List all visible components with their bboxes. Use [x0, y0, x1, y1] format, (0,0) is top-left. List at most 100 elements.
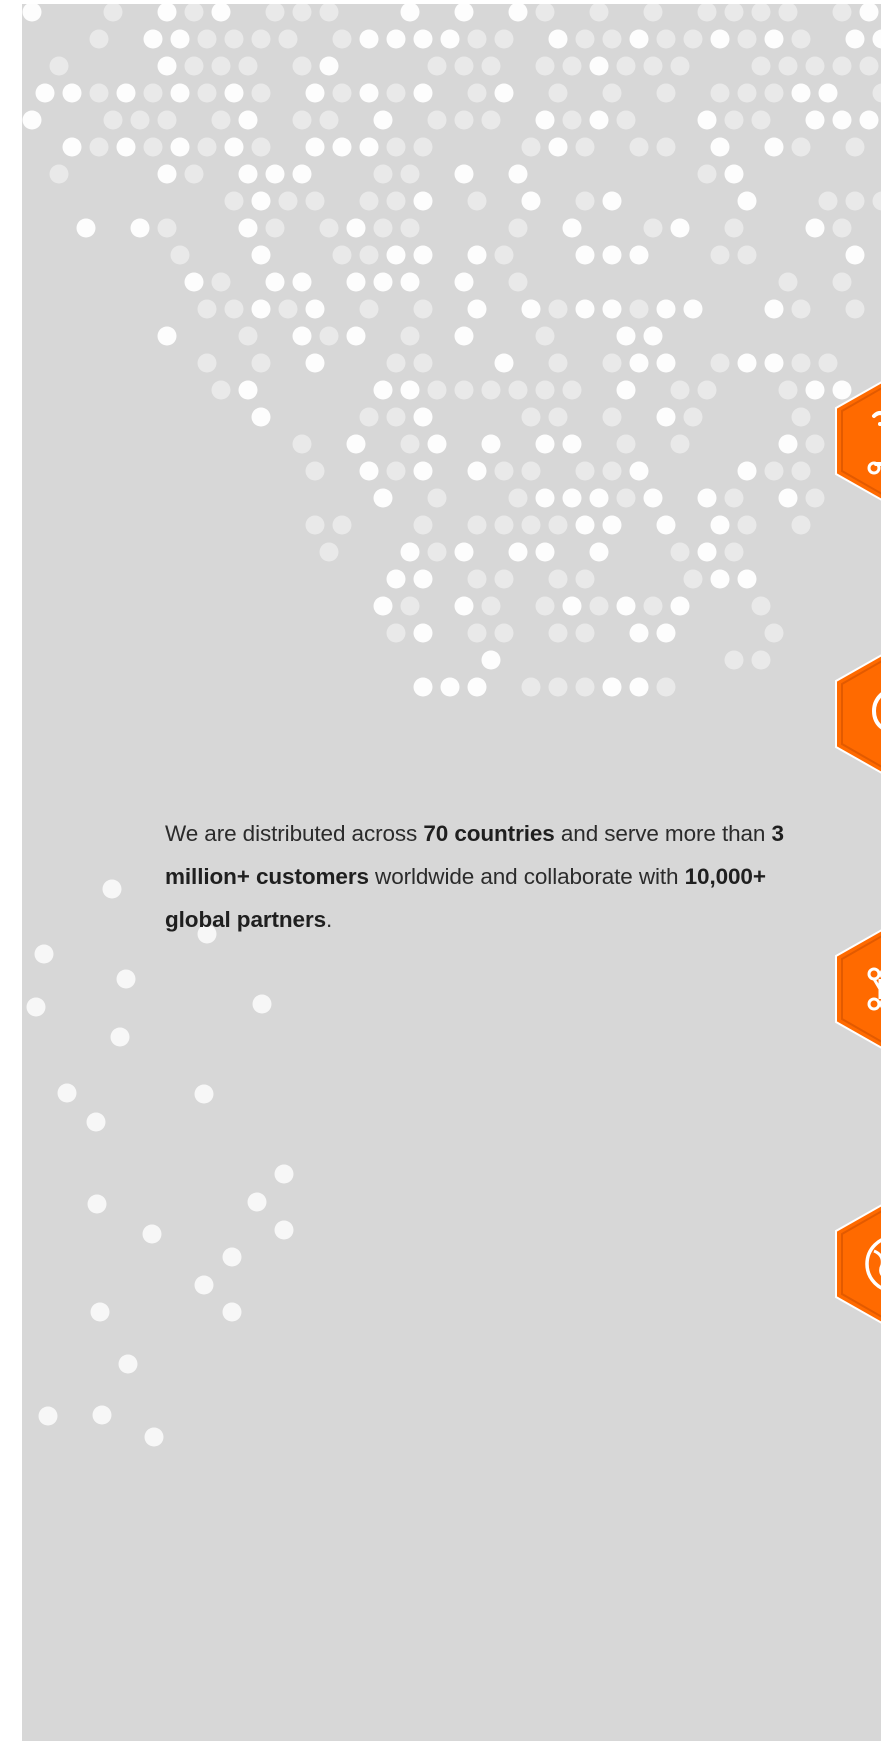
content-panel: We are distributed across 70 countries a…	[22, 4, 881, 1741]
map-dot	[656, 623, 676, 643]
map-dot	[413, 515, 433, 535]
map-dot	[764, 83, 784, 103]
map-dot	[670, 596, 690, 616]
map-dot	[535, 488, 555, 508]
map-dot	[548, 515, 568, 535]
map-dot	[278, 299, 298, 319]
map-dot	[116, 83, 136, 103]
map-dot	[562, 56, 582, 76]
map-dot	[454, 110, 474, 130]
map-dot	[535, 110, 555, 130]
intro-paragraph: We are distributed across 70 countries a…	[165, 812, 785, 941]
map-dot	[778, 4, 798, 22]
map-dot	[656, 83, 676, 103]
map-dot	[130, 218, 150, 238]
map-dot	[373, 110, 393, 130]
map-dot	[359, 299, 379, 319]
map-dot	[157, 164, 177, 184]
map-dot	[251, 137, 271, 157]
map-dot	[427, 434, 447, 454]
map-dot	[467, 299, 487, 319]
map-dot	[386, 623, 406, 643]
map-dot	[373, 596, 393, 616]
map-dot	[548, 569, 568, 589]
map-dot	[224, 137, 244, 157]
map-dot	[359, 191, 379, 211]
map-dot	[238, 218, 258, 238]
map-dot	[197, 353, 217, 373]
map-dot	[319, 542, 339, 562]
map-dot	[521, 299, 541, 319]
map-dot	[332, 245, 352, 265]
map-dot	[454, 380, 474, 400]
map-dot	[683, 569, 703, 589]
map-dot	[548, 29, 568, 49]
map-dot	[710, 515, 730, 535]
map-dot	[751, 4, 771, 22]
map-dot	[845, 191, 865, 211]
map-dot	[494, 461, 514, 481]
map-dot	[791, 515, 811, 535]
map-dot	[548, 299, 568, 319]
map-dot	[251, 245, 271, 265]
map-dot	[454, 164, 474, 184]
map-dot	[224, 29, 244, 49]
map-dot	[791, 137, 811, 157]
map-dot	[710, 29, 730, 49]
map-dot	[602, 299, 622, 319]
map-dot	[413, 353, 433, 373]
map-dot	[386, 569, 406, 589]
map-dot	[710, 569, 730, 589]
intro-text-2: and serve more than	[554, 821, 772, 846]
map-dot	[643, 326, 663, 346]
map-dot	[494, 353, 514, 373]
map-dot	[778, 380, 798, 400]
map-dot	[373, 164, 393, 184]
map-dot	[562, 218, 582, 238]
map-dot	[575, 623, 595, 643]
map-dot	[602, 245, 622, 265]
map-dot	[508, 4, 528, 22]
map-dot	[319, 4, 339, 22]
map-dot	[724, 4, 744, 22]
map-dot	[62, 137, 82, 157]
map-dot	[629, 299, 649, 319]
map-dot	[413, 623, 433, 643]
map-dot	[494, 29, 514, 49]
map-dot	[222, 1302, 242, 1322]
map-dot	[643, 4, 663, 22]
map-dot	[238, 110, 258, 130]
map-dot	[454, 596, 474, 616]
map-dot	[764, 353, 784, 373]
map-dot	[467, 83, 487, 103]
map-dot	[467, 569, 487, 589]
map-dot	[616, 434, 636, 454]
map-dot	[211, 56, 231, 76]
map-dot	[764, 623, 784, 643]
map-dot	[656, 353, 676, 373]
map-dot	[670, 542, 690, 562]
map-dot	[116, 137, 136, 157]
map-dot	[832, 218, 852, 238]
map-dot	[616, 596, 636, 616]
map-dot	[805, 380, 825, 400]
map-dot	[548, 353, 568, 373]
map-dot	[697, 542, 717, 562]
map-dot	[142, 1224, 162, 1244]
map-dot	[697, 164, 717, 184]
map-dot	[292, 326, 312, 346]
map-dot	[832, 110, 852, 130]
map-dot	[670, 56, 690, 76]
map-dot	[413, 137, 433, 157]
map-dot	[184, 164, 204, 184]
map-dot	[238, 56, 258, 76]
map-dot	[194, 1275, 214, 1295]
map-dot	[454, 326, 474, 346]
map-dot	[602, 83, 622, 103]
map-dot	[440, 29, 460, 49]
map-dot	[305, 191, 325, 211]
map-dot	[589, 596, 609, 616]
map-dot	[251, 353, 271, 373]
map-dot	[305, 461, 325, 481]
map-dot	[319, 326, 339, 346]
